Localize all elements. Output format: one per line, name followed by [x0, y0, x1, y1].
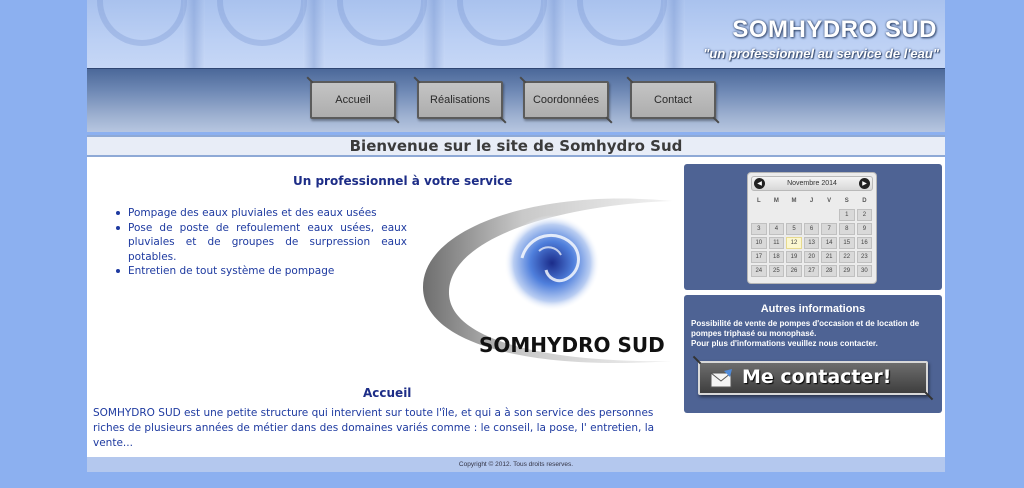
nav-realisations-button[interactable]: Réalisations — [417, 81, 503, 119]
accueil-heading: Accueil — [363, 386, 412, 400]
calendar-day[interactable]: 13 — [803, 237, 820, 249]
calendar-empty-cell — [804, 209, 820, 221]
calendar-day[interactable]: 22 — [838, 251, 855, 263]
calendar-day[interactable]: 8 — [838, 223, 855, 235]
page-container: SOMHYDRO SUD "un professionnel au servic… — [87, 0, 945, 472]
nav-contact-button[interactable]: Contact — [630, 81, 716, 119]
calendar-day[interactable]: 21 — [821, 251, 837, 263]
calendar-day[interactable]: 28 — [821, 265, 837, 277]
calendar-day[interactable]: 4 — [768, 223, 785, 235]
info-line: Pour plus d'informations veuillez nous c… — [691, 339, 878, 348]
calendar-week-row: 17 18 19 20 21 22 23 — [751, 251, 873, 265]
site-slogan: "un professionnel au service de l'eau" — [703, 46, 939, 61]
logo-text: SOMHYDRO SUD — [479, 333, 665, 357]
calendar-day[interactable]: 15 — [838, 237, 855, 249]
calendar-weekday-row: LMMJVSD — [751, 195, 873, 209]
nav-coordonnees-button[interactable]: Coordonnées — [523, 81, 609, 119]
list-item: Pompage des eaux pluviales et des eaux u… — [115, 206, 407, 221]
calendar-weekday: M — [791, 198, 797, 204]
header-decoration — [663, 0, 685, 68]
calendar-day[interactable]: 23 — [856, 251, 873, 263]
calendar-header: ◀ Novembre 2014 ▶ — [751, 176, 873, 191]
calendar-week-row: 12 — [751, 209, 873, 223]
calendar-day[interactable]: 5 — [786, 223, 802, 235]
calendar-day[interactable]: 24 — [751, 265, 767, 277]
header-decoration — [577, 0, 667, 46]
header-decoration — [97, 0, 187, 46]
calendar-day[interactable]: 11 — [768, 237, 785, 249]
calendar-day[interactable]: 7 — [821, 223, 837, 235]
calendar-day[interactable]: 27 — [803, 265, 820, 277]
calendar-day[interactable]: 26 — [786, 265, 802, 277]
calendar-today[interactable]: 12 — [786, 237, 802, 249]
calendar-panel: ◀ Novembre 2014 ▶ L M M J V S D 1 2 3 4 5 6 7 8 9 10 11 12… — [684, 164, 942, 290]
main-content: Un professionnel à votre service Pompage… — [87, 157, 945, 457]
calendar-day[interactable]: 14 — [821, 237, 837, 249]
calendar-empty-cell — [751, 209, 767, 221]
welcome-title: Bienvenue sur le site de Somhydro Sud — [87, 135, 945, 157]
calendar-week-row: 3456789 — [751, 223, 873, 237]
main-navigation: Accueil Réalisations Coordonnées Contact — [87, 68, 945, 132]
calendar-day[interactable]: 2 — [856, 209, 873, 221]
header-decoration — [457, 0, 547, 46]
list-item: Pose de poste de refoulement eaux usées,… — [115, 221, 407, 265]
site-footer: Copyright © 2012. Tous droits reserves. — [87, 457, 945, 472]
intro-paragraph: SOMHYDRO SUD est une petite structure qu… — [93, 407, 655, 449]
calendar-day[interactable]: 6 — [803, 223, 820, 235]
calendar-day[interactable]: 29 — [838, 265, 855, 277]
calendar-empty-cell — [769, 209, 785, 221]
calendar-day[interactable]: 18 — [768, 251, 785, 263]
calendar-weekday: J — [809, 198, 814, 204]
nav-accueil-button[interactable]: Accueil — [310, 81, 396, 119]
calendar-day[interactable]: 25 — [768, 265, 785, 277]
mail-icon — [710, 369, 732, 388]
calendar-weekday: M — [773, 198, 779, 204]
calendar-day[interactable]: 20 — [803, 251, 820, 263]
calendar-grid: L M M J V S D 1 2 3 4 5 6 7 8 9 10 11 12 13 14 15 16 17 18 19 20 21… — [751, 195, 873, 279]
header-decoration — [543, 0, 565, 68]
header-decoration — [423, 0, 445, 68]
calendar-day[interactable]: 17 — [751, 251, 767, 263]
calendar-day[interactable]: 19 — [786, 251, 802, 263]
calendar-day[interactable]: 9 — [856, 223, 873, 235]
info-panel: Autres informations Possibilité de vente… — [684, 295, 942, 413]
calendar-weekday: D — [862, 198, 867, 204]
services-list: Pompage des eaux pluviales et des eaux u… — [115, 206, 407, 279]
company-logo: SOMHYDRO SUD — [417, 193, 679, 369]
calendar-weekday: S — [844, 198, 849, 204]
content-title: Un professionnel à votre service — [293, 174, 513, 188]
calendar-month: Novembre 2014 — [787, 180, 837, 187]
header-decoration — [217, 0, 307, 46]
calendar-day[interactable]: 10 — [751, 237, 767, 249]
calendar-widget: ◀ Novembre 2014 ▶ L M M J V S D 1 2 3 4 5 6 7 8 9 10 11 12… — [747, 172, 877, 284]
info-title: Autres informations — [760, 303, 866, 315]
calendar-weekday: V — [827, 198, 832, 204]
arrow-left-icon[interactable]: ◀ — [754, 178, 765, 189]
calendar-week-row: 10 11 12 13 14 15 16 — [751, 237, 873, 251]
calendar-week-row: 24 25 26 27 28 29 30 — [751, 265, 873, 279]
header-decoration — [337, 0, 427, 46]
calendar-empty-cell — [821, 209, 837, 221]
contact-button-label: Me contacter! — [742, 366, 892, 388]
site-header: SOMHYDRO SUD "un professionnel au servic… — [87, 0, 945, 68]
site-title: SOMHYDRO SUD — [732, 16, 937, 43]
contact-me-button[interactable]: Me contacter! — [698, 361, 928, 395]
header-decoration — [183, 0, 205, 68]
calendar-weekday: L — [756, 198, 761, 204]
list-item: Entretien de tout système de pompage — [115, 264, 407, 279]
calendar-day[interactable]: 1 — [838, 209, 855, 221]
calendar-day[interactable]: 3 — [751, 223, 767, 235]
header-decoration — [303, 0, 325, 68]
info-line: Possibilité de vente de pompes d'occasio… — [691, 319, 920, 338]
calendar-day[interactable]: 16 — [856, 237, 873, 249]
calendar-day[interactable]: 30 — [856, 265, 873, 277]
calendar-empty-cell — [786, 209, 802, 221]
info-text: Possibilité de vente de pompes d'occasio… — [691, 319, 939, 349]
arrow-right-icon[interactable]: ▶ — [859, 178, 870, 189]
